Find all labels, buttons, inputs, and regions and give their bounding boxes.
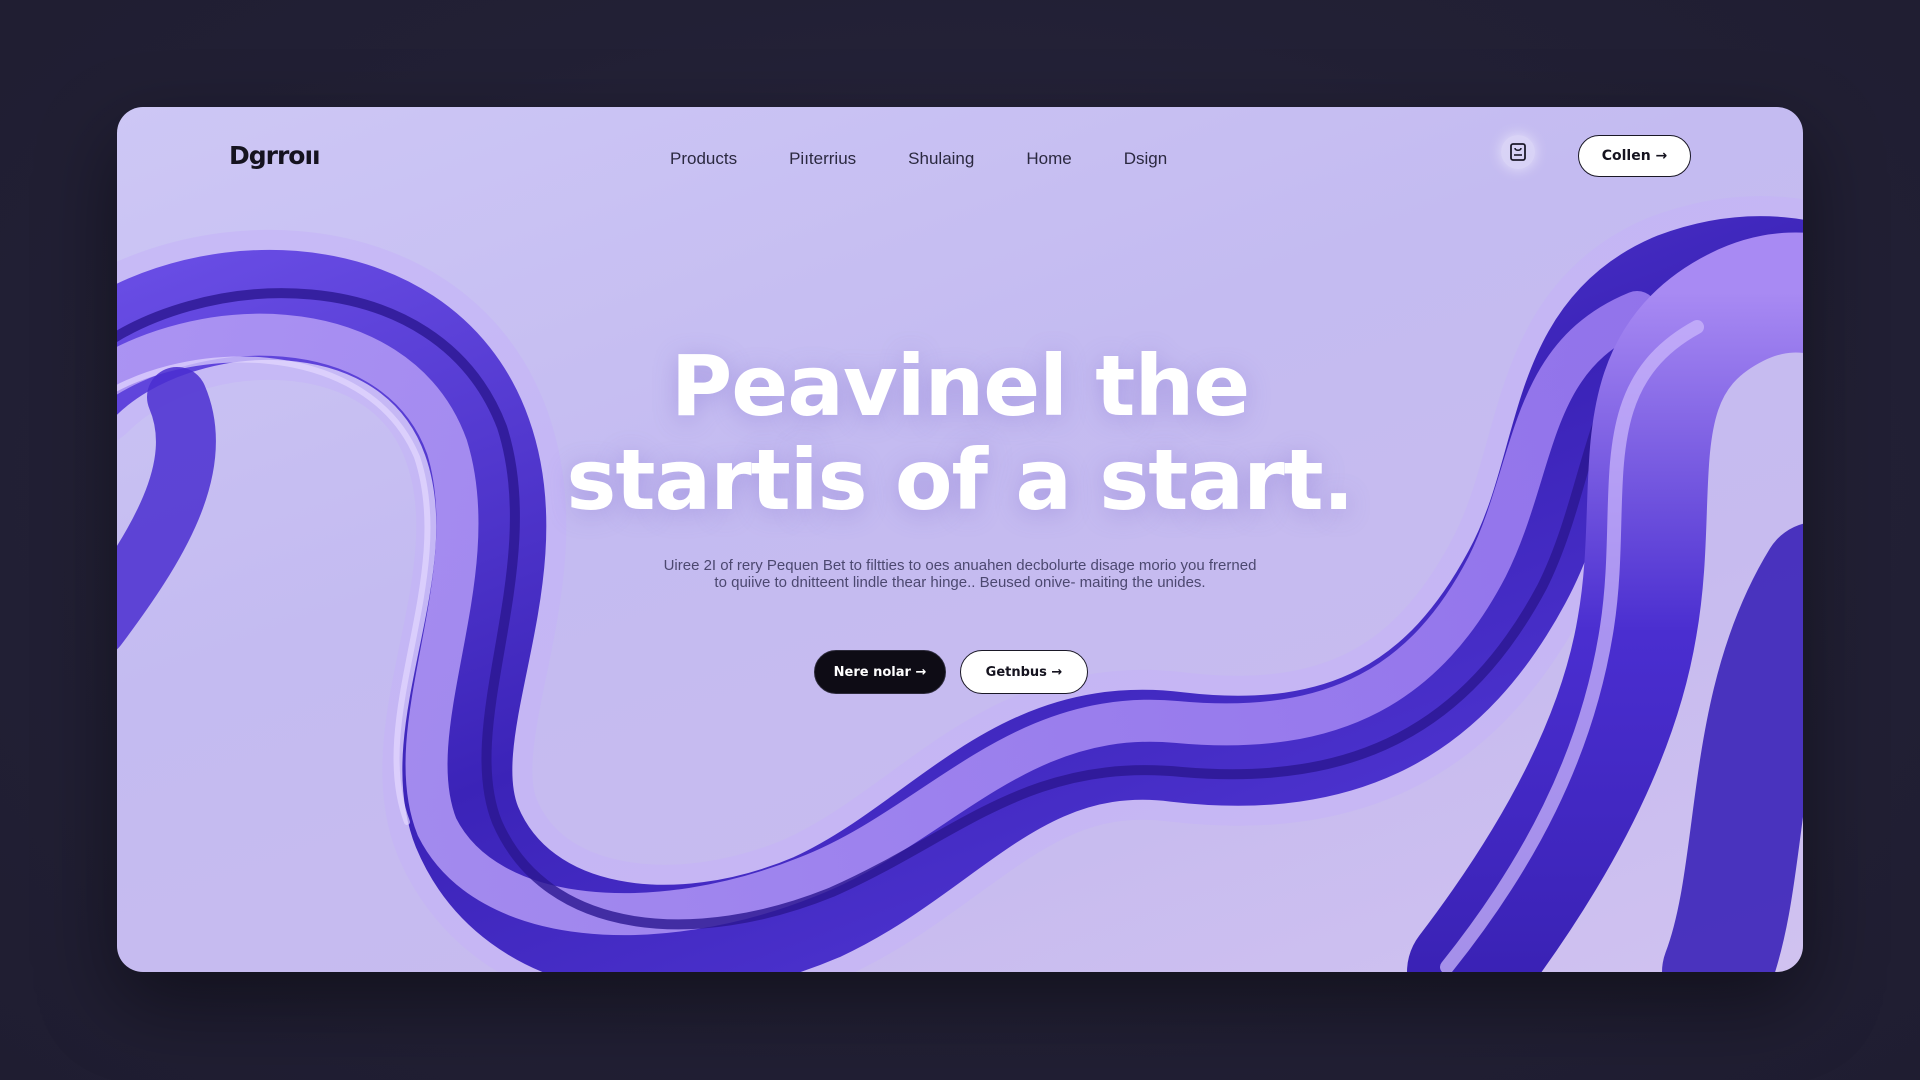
- bag-icon: [1510, 143, 1526, 161]
- nav-item-home[interactable]: Home: [1026, 149, 1071, 169]
- nav-item-design[interactable]: Dsign: [1124, 149, 1167, 169]
- nav-menu: Products Piıterrius Shulaing Home Dsign: [670, 149, 1219, 169]
- cart-button[interactable]: [1501, 135, 1535, 169]
- decorative-wave-graphic: [117, 196, 1803, 972]
- page-background: Dgrroıı Products Piıterrius Shulaing Hom…: [0, 0, 1920, 1080]
- nav-item-3[interactable]: Shulaing: [908, 149, 974, 169]
- hero-title-line-1: Peavinel the: [670, 337, 1251, 435]
- primary-cta-button[interactable]: Nere nolar →: [814, 650, 946, 694]
- hero-title: Peavinel the startis of a start.: [360, 339, 1560, 527]
- nav-cta-button[interactable]: Collen →: [1578, 135, 1691, 177]
- nav-item-2[interactable]: Piıterrius: [789, 149, 856, 169]
- landing-page-card: Dgrroıı Products Piıterrius Shulaing Hom…: [117, 107, 1803, 972]
- nav-item-products[interactable]: Products: [670, 149, 737, 169]
- hero-title-line-2: startis of a start.: [566, 431, 1354, 529]
- top-navigation: Dgrroıı Products Piıterrius Shulaing Hom…: [117, 107, 1803, 207]
- hero-subtitle: Uiree 2I of rery Pequen Bet to filtties …: [663, 557, 1257, 591]
- secondary-cta-button[interactable]: Getnbus →: [960, 650, 1088, 694]
- brand-logo[interactable]: Dgrroıı: [229, 141, 321, 170]
